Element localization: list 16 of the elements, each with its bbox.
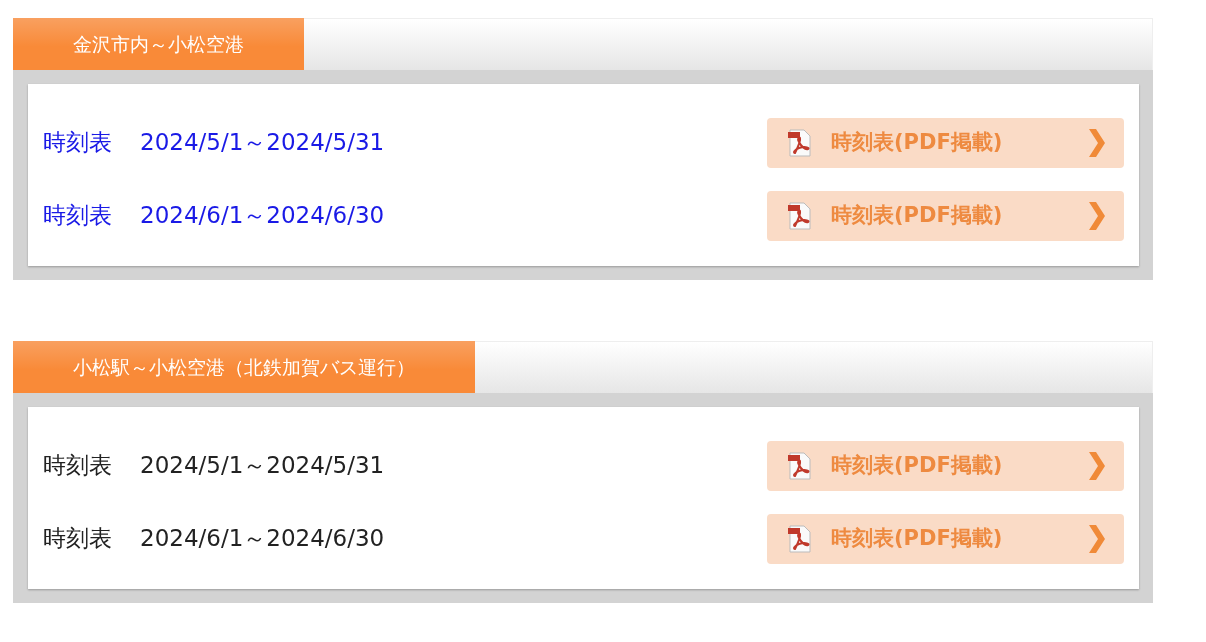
period-link[interactable]: 2024/5/1～2024/5/31 <box>140 125 385 160</box>
chevron-right-icon <box>1086 127 1106 158</box>
chevron-right-icon <box>1086 200 1106 231</box>
chevron-right-icon <box>1086 450 1106 481</box>
pdf-file-icon <box>787 524 813 553</box>
chevron-right-icon <box>1086 523 1106 554</box>
pdf-file-icon <box>787 201 813 230</box>
pdf-file-icon <box>787 451 813 480</box>
timetable-link[interactable]: 時刻表 <box>43 125 112 160</box>
timetable-label: 時刻表 <box>43 451 112 481</box>
timetable-link[interactable]: 時刻表 <box>43 198 112 233</box>
period-link[interactable]: 2024/6/1～2024/6/30 <box>140 198 385 233</box>
timetable-label: 時刻表 <box>43 524 112 554</box>
period-text: 2024/5/1～2024/5/31 <box>140 451 385 481</box>
pdf-file-icon <box>787 128 813 157</box>
period-text: 2024/6/1～2024/6/30 <box>140 524 385 554</box>
